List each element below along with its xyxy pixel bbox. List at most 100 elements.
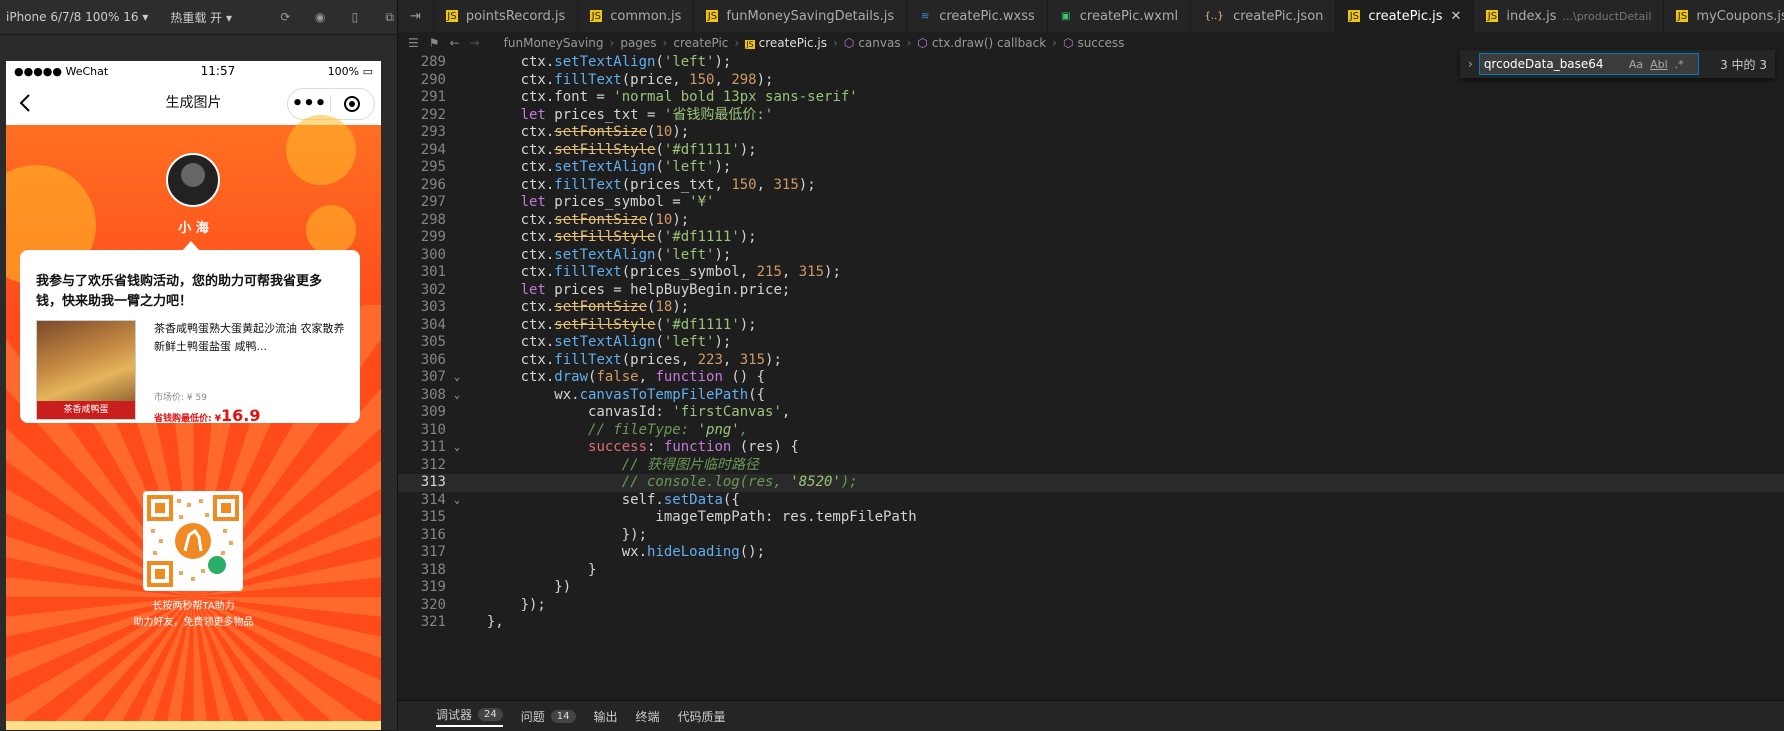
code-line[interactable]: 308 ⌄ wx.canvasToTempFilePath({ [398, 387, 1784, 405]
code-text: ctx.setTextAlign('left'); [470, 334, 732, 350]
line-number: 299 [420, 229, 446, 245]
tab-pointsRecord[interactable]: JS pointsRecord.js [434, 0, 579, 32]
tab-common[interactable]: JS common.js [578, 0, 695, 32]
forward-arrow-icon[interactable]: → [470, 36, 480, 50]
invite-message: 我参与了欢乐省钱购活动，您的助力可帮我省更多钱，快来助我一臂之力吧！ [36, 274, 323, 309]
close-tab-icon[interactable]: ✕ [1451, 9, 1462, 24]
line-number: 313 [420, 474, 446, 490]
code-text: self.setData({ [470, 491, 740, 508]
code-line[interactable]: 312 // 获得图片临时路径 [398, 457, 1784, 475]
code-line[interactable]: 310 // fileType: 'png', [398, 422, 1784, 440]
line-number: 311 [420, 439, 446, 455]
code-line[interactable]: 291 ctx.font = 'normal bold 13px sans-se… [398, 89, 1784, 107]
phone-screen: ●●●●● WeChat 11:57 100% ▭ 生成图片 ••• 小 海 我… [6, 61, 381, 730]
close-miniapp-icon[interactable] [331, 95, 373, 113]
code-line[interactable]: 315 imageTempPath: res.tempFilePath [398, 509, 1784, 527]
code-line[interactable]: 300 ctx.setTextAlign('left'); [398, 247, 1784, 265]
tab-createPic-wxss[interactable]: ≋ createPic.wxss [907, 0, 1048, 32]
window-icon[interactable]: ⧉ [382, 8, 397, 26]
tab-output[interactable]: 输出 [594, 708, 618, 725]
code-line[interactable]: 296 ctx.fillText(prices_txt, 150, 315); [398, 177, 1784, 195]
code-line[interactable]: 304 ctx.setFillStyle('#df1111'); [398, 317, 1784, 335]
find-options[interactable]: Aa Abl .* [1629, 58, 1684, 71]
lowest-price: 省钱购最低价: ¥16.9 [154, 406, 261, 425]
tab-myCoupons[interactable]: JS myCoupons.js [1664, 0, 1784, 32]
code-line[interactable]: 294 ctx.setFillStyle('#df1111'); [398, 142, 1784, 160]
device-select[interactable]: iPhone 6/7/8 100% 16 ▾ [6, 10, 148, 24]
refresh-icon[interactable]: ⟳ [278, 8, 293, 26]
code-line[interactable]: 306 ctx.fillText(prices, 223, 315); [398, 352, 1784, 370]
back-arrow-icon[interactable]: ← [450, 36, 460, 50]
crumb-symbol[interactable]: ⬡ canvas [844, 36, 901, 50]
code-text: ctx.setFontSize(18); [470, 299, 690, 315]
line-number: 312 [420, 456, 446, 473]
code-line[interactable]: 320 }); [398, 597, 1784, 615]
code-line[interactable]: 299 ctx.setFillStyle('#df1111'); [398, 229, 1784, 247]
tab-createPic-wxml[interactable]: ▣ createPic.wxml [1048, 0, 1192, 32]
line-number: 300 [420, 246, 446, 263]
code-line[interactable]: 314 ⌄ self.setData({ [398, 492, 1784, 510]
tab-code-quality[interactable]: 代码质量 [678, 708, 726, 725]
code-text: }); [470, 596, 546, 613]
stop-icon[interactable]: ◉ [313, 8, 328, 26]
code-line[interactable]: 311 ⌄ success: function (res) { [398, 439, 1784, 457]
line-number: 318 [420, 561, 446, 578]
tab-createPic-json[interactable]: {..} createPic.json [1191, 0, 1337, 32]
code-line[interactable]: 292 let prices_txt = '省钱购最低价:' [398, 107, 1784, 125]
product-image: 茶香咸鸭蛋 [36, 320, 136, 420]
code-line[interactable]: 305 ctx.setTextAlign('left'); [398, 334, 1784, 352]
fold-chevron-icon[interactable]: ⌄ [454, 387, 460, 405]
tab-debugger[interactable]: 调试器 24 [436, 706, 503, 727]
fold-chevron-icon[interactable]: ⌄ [454, 439, 460, 457]
code-line[interactable]: 301 ctx.fillText(prices_symbol, 215, 315… [398, 264, 1784, 282]
code-text: ctx.fillText(prices, 223, 315); [470, 351, 782, 368]
code-text: ctx.setFontSize(10); [470, 124, 690, 140]
tab-funMoneySavingDetails[interactable]: JS funMoneySavingDetails.js [694, 0, 908, 32]
battery: 100% ▭ [327, 64, 373, 78]
back-icon[interactable] [14, 91, 38, 115]
code-area[interactable]: 289 ctx.setTextAlign('left'); 290 ctx.fil… [398, 54, 1784, 700]
phone-icon[interactable]: ▯ [348, 8, 363, 26]
crumb-symbol[interactable]: ⬡ success [1063, 36, 1124, 50]
bookmark-icon[interactable]: ⚑ [429, 36, 440, 50]
code-line[interactable]: 321 }, [398, 614, 1784, 632]
code-line[interactable]: 319 }) [398, 579, 1784, 597]
code-line[interactable]: 318 } [398, 562, 1784, 580]
nickname: 小 海 [178, 221, 209, 236]
code-line[interactable]: 309 canvasId: 'firstCanvas', [398, 404, 1784, 422]
code-line[interactable]: 302 let prices = helpBuyBegin.price; [398, 282, 1784, 300]
outline-icon[interactable]: ☰ [408, 36, 419, 50]
code-line[interactable]: 303 ctx.setFontSize(18); [398, 299, 1784, 317]
code-line[interactable]: 293 ctx.setFontSize(10); [398, 124, 1784, 142]
hotreload-toggle[interactable]: 热重载 开 ▾ [170, 9, 232, 26]
crumb-folder[interactable]: funMoneySaving [504, 36, 604, 50]
crumb-folder[interactable]: pages [620, 36, 656, 50]
line-number: 295 [420, 159, 446, 175]
qr-code[interactable] [143, 491, 243, 591]
code-text: let prices_symbol = '¥' [520, 194, 715, 210]
tab-createPic-js[interactable]: JS createPic.js ✕ [1336, 0, 1475, 32]
crumb-symbol[interactable]: ⬡ ctx.draw() callback [917, 36, 1046, 50]
qr-caption-line2: 助力好友，免费领更多物品 [133, 617, 254, 628]
code-line[interactable]: 307 ⌄ ctx.draw(false, function () { [398, 369, 1784, 387]
crumb-folder[interactable]: createPic [673, 36, 728, 50]
code-line[interactable]: 297 let prices_symbol = '¥' [398, 194, 1784, 212]
code-line[interactable]: 317 wx.hideLoading(); [398, 544, 1784, 562]
tab-index-js[interactable]: JS index.js ...\productDetail [1474, 0, 1665, 32]
code-text: } [470, 561, 597, 578]
line-number: 291 [420, 89, 446, 105]
code-line[interactable]: 298 ctx.setFontSize(10); [398, 212, 1784, 230]
tab-terminal[interactable]: 终端 [636, 708, 660, 725]
crumb-file[interactable]: JS createPic.js [745, 36, 827, 50]
pin-sidebar-icon[interactable]: ⇥ [398, 0, 434, 32]
code-line[interactable]: 295 ctx.setTextAlign('left'); [398, 159, 1784, 177]
avatar [166, 153, 220, 207]
chevron-right-icon[interactable]: › [1468, 57, 1473, 71]
code-line[interactable]: 316 }); [398, 527, 1784, 545]
fold-chevron-icon[interactable]: ⌄ [454, 369, 460, 387]
code-text: ctx.fillText(prices_symbol, 215, 315); [470, 264, 841, 280]
code-line[interactable]: 313 // console.log(res, '8520'); [398, 474, 1784, 492]
code-text: let prices = helpBuyBegin.price; [520, 281, 791, 298]
fold-chevron-icon[interactable]: ⌄ [454, 492, 460, 510]
tab-problems[interactable]: 问题 14 [521, 708, 576, 725]
